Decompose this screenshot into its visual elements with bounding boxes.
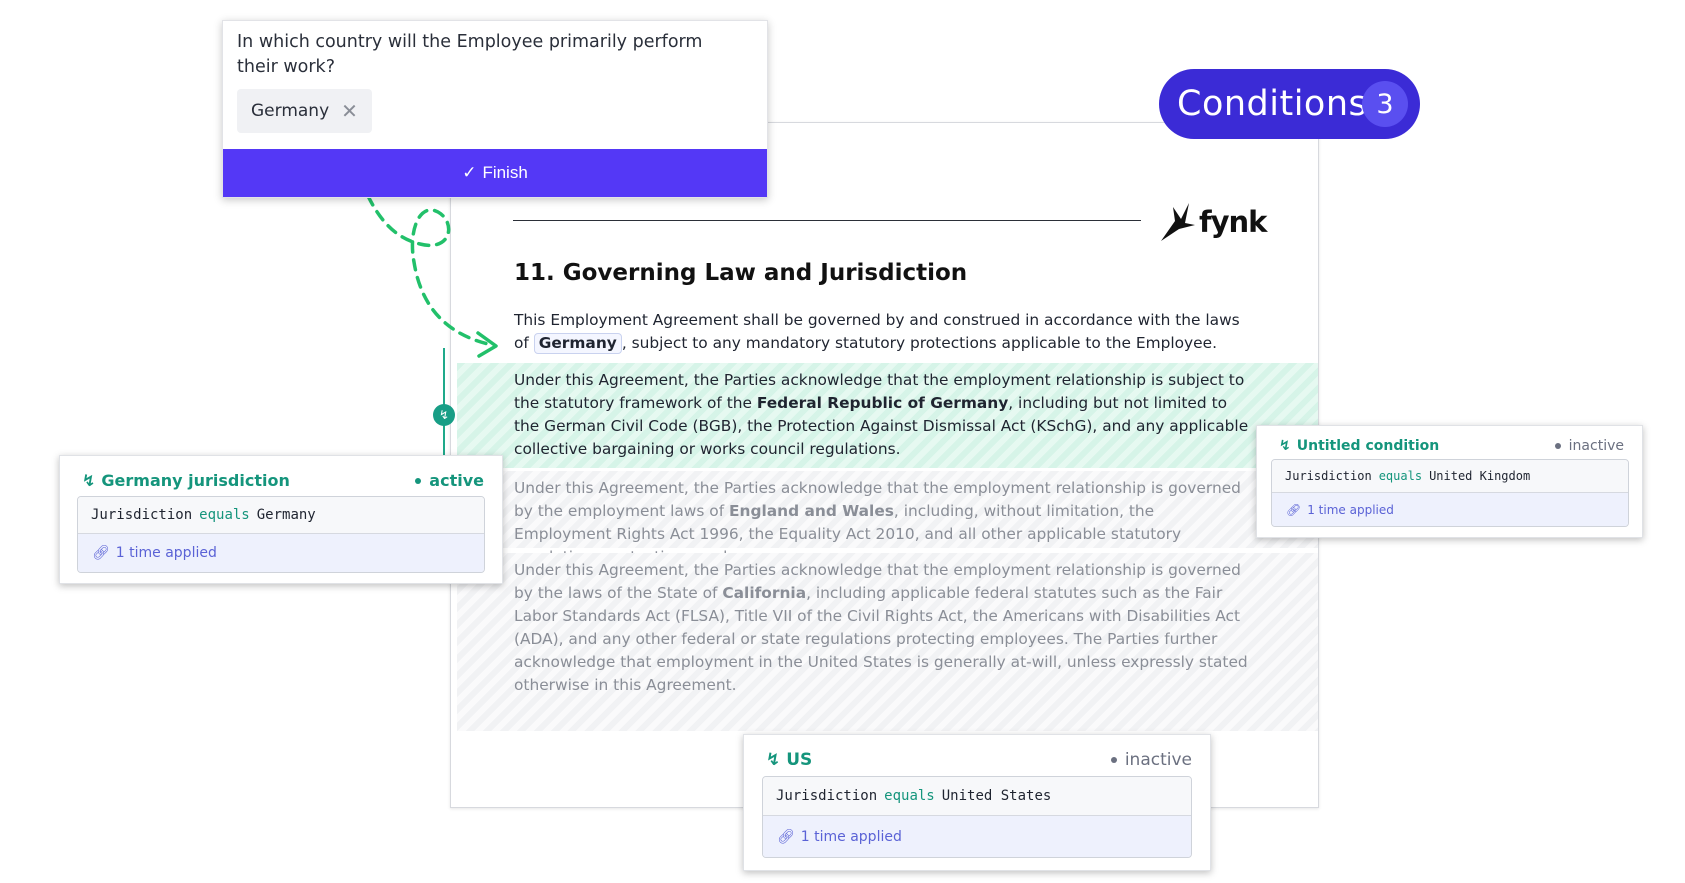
condition-icon: ↯ [766,750,781,770]
check-icon: ✓ [462,163,477,182]
condition-title: US [786,750,813,770]
condition-card-untitled[interactable]: ↯ Untitled condition inactive Jurisdictio… [1256,425,1643,538]
condition-rule: Jurisdiction equals Germany 🔗︎ 1 time appli… [77,496,485,573]
link-icon: 🔗︎ [1286,502,1302,517]
condition-rule: Jurisdiction equals United Kingdom 🔗︎ 1 tim… [1271,459,1629,527]
applied-count[interactable]: 🔗︎ 1 time applied [763,816,1191,857]
applied-count[interactable]: 🔗︎ 1 time applied [78,534,484,572]
selected-country-chip[interactable]: Germany ✕ [237,89,372,133]
condition-icon: ↯ [82,471,96,490]
status-badge: inactive [1110,750,1192,770]
selected-country-label: Germany [251,101,330,121]
condition-title: Untitled condition [1296,438,1440,454]
condition-icon: ↯ [1279,438,1291,454]
condition-card-germany[interactable]: ↯ Germany jurisdiction active Jurisdictio… [59,455,503,584]
finish-button[interactable]: ✓ Finish [223,149,767,197]
question-popup: In which country will the Employee prima… [222,20,768,198]
applied-count[interactable]: 🔗︎ 1 time applied [1272,493,1628,526]
remove-icon[interactable]: ✕ [341,99,358,123]
link-icon: 🔗︎ [92,545,110,561]
link-icon: 🔗︎ [777,828,795,845]
condition-title: Germany jurisdiction [101,471,290,490]
status-badge: inactive [1554,438,1624,454]
status-badge: active [415,471,484,490]
condition-rule: Jurisdiction equals United States 🔗︎ 1 time… [762,776,1192,858]
question-text: In which country will the Employee prima… [237,32,703,77]
condition-card-us[interactable]: ↯ US inactive Jurisdiction equals United St… [743,734,1211,871]
